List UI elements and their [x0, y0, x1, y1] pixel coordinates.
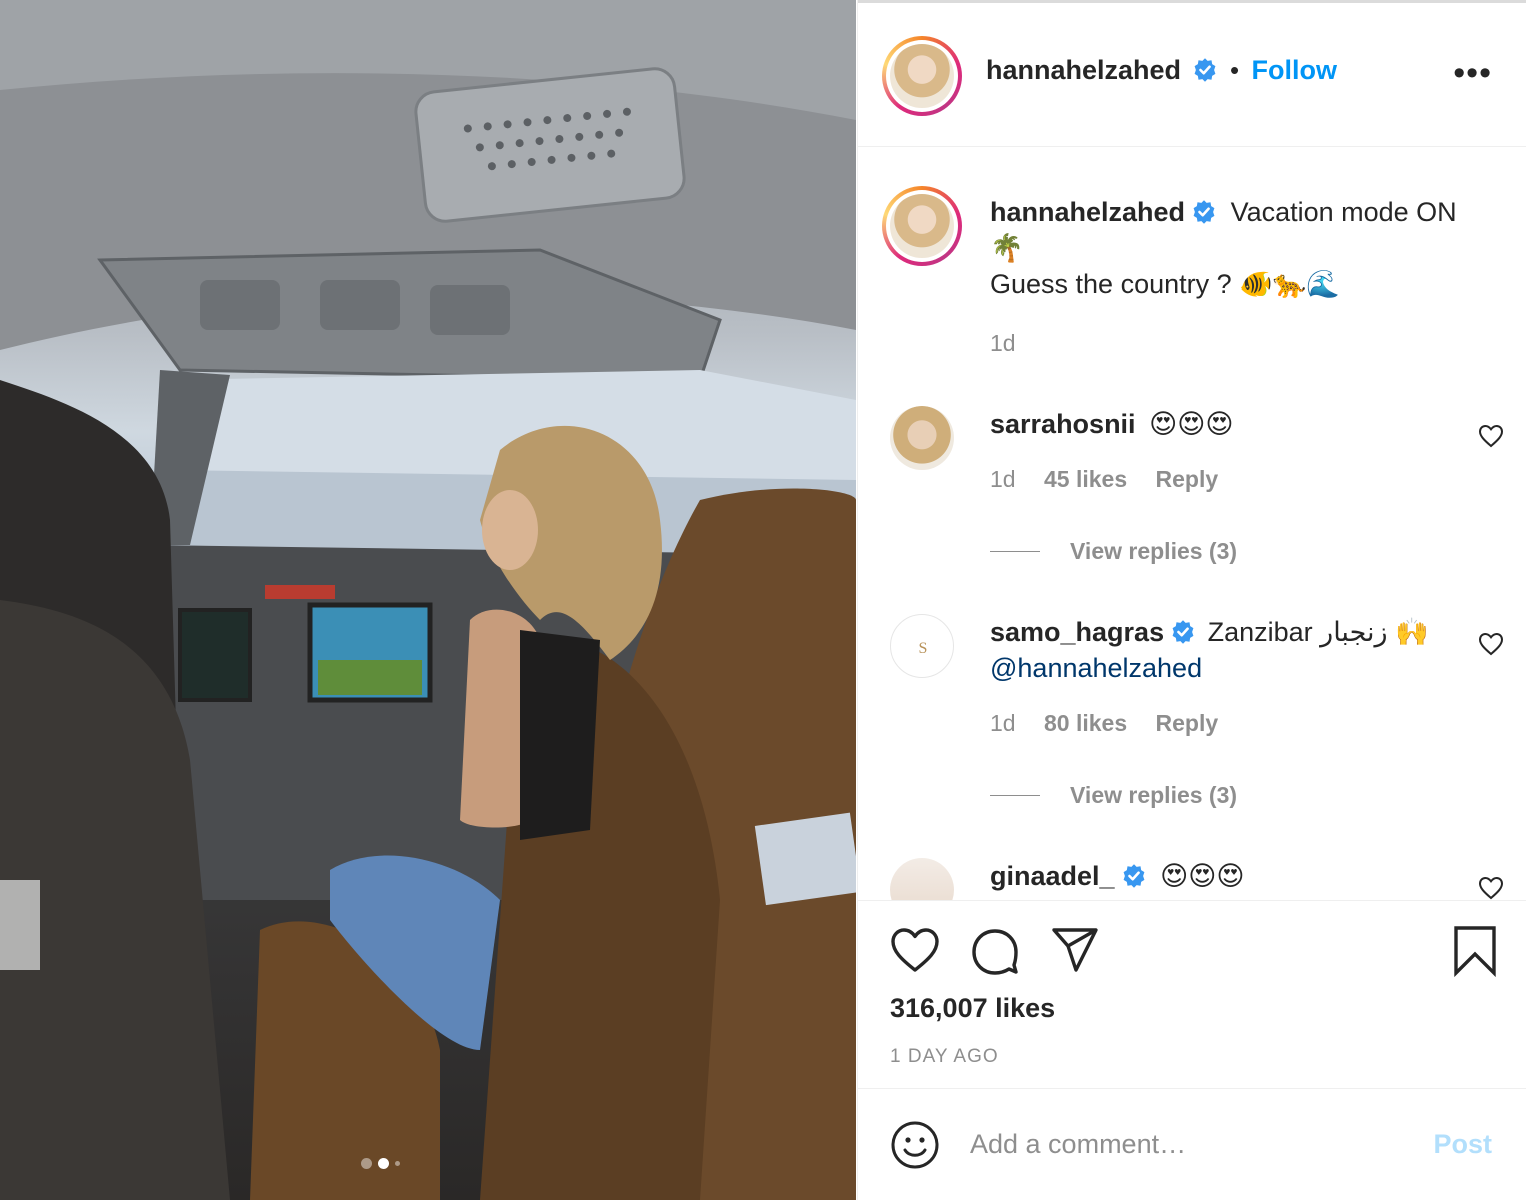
- comment-text: 😍😍😍: [1149, 409, 1234, 439]
- verified-badge-icon: [1172, 620, 1194, 644]
- share-paper-plane-icon[interactable]: [1050, 927, 1100, 973]
- comment-time[interactable]: 1d: [990, 710, 1016, 736]
- caption-emoji-line2: 🐠🐆🌊: [1239, 269, 1341, 299]
- comment-username[interactable]: ginaadel_: [990, 861, 1115, 891]
- separator-dot: •: [1229, 55, 1240, 85]
- carousel-indicator: [361, 1158, 400, 1169]
- emoji-picker-icon[interactable]: [890, 1120, 940, 1170]
- comment-reply-button[interactable]: Reply: [1156, 710, 1219, 736]
- comment-mention-link[interactable]: @hannahelzahed: [990, 653, 1202, 683]
- comment-bubble-icon[interactable]: [970, 927, 1020, 975]
- view-replies-button[interactable]: View replies (3): [990, 782, 1237, 809]
- svg-text:S: S: [919, 640, 928, 657]
- save-bookmark-icon[interactable]: [1452, 925, 1498, 977]
- verified-badge-icon: [1193, 200, 1215, 224]
- comment-item: samo_hagras Zanzibar زنجبار 🙌 @hannahelz…: [990, 614, 1460, 737]
- carousel-dot[interactable]: [361, 1158, 372, 1169]
- post-timestamp[interactable]: 1 DAY AGO: [890, 1046, 999, 1068]
- comment-time[interactable]: 1d: [990, 466, 1016, 492]
- verified-badge-icon: [1194, 58, 1215, 82]
- comment-text: Zanzibar زنجبار 🙌: [1207, 617, 1429, 647]
- caption-text-line1: Vacation mode ON: [1230, 197, 1457, 227]
- caption-username[interactable]: hannahelzahed: [990, 197, 1185, 227]
- comment-item: ginaadel_ 😍😍😍: [990, 858, 1460, 894]
- comment-likes[interactable]: 80 likes: [1044, 710, 1127, 736]
- follow-button[interactable]: Follow: [1252, 55, 1337, 85]
- comment-like-heart-icon[interactable]: [1478, 876, 1504, 900]
- comment-reply-button[interactable]: Reply: [1156, 466, 1219, 492]
- caption-time[interactable]: 1d: [990, 330, 1016, 356]
- post-actions: 316,007 likes 1 DAY AGO: [858, 900, 1526, 1088]
- view-replies-button[interactable]: View replies (3): [990, 538, 1237, 565]
- replies-divider: [990, 551, 1040, 552]
- post-photo[interactable]: [0, 0, 856, 1200]
- comment-avatar[interactable]: S: [890, 614, 954, 678]
- comment-text: 😍😍😍: [1160, 861, 1245, 891]
- comment-like-heart-icon[interactable]: [1478, 632, 1504, 656]
- brand-logo-icon: S: [919, 640, 928, 657]
- carousel-dot-active[interactable]: [378, 1158, 389, 1169]
- comment-item: sarrahosnii 😍😍😍 1d 45 likes Reply: [990, 406, 1460, 493]
- comment-avatar[interactable]: [890, 858, 954, 900]
- author-avatar[interactable]: [882, 36, 962, 116]
- more-options-icon[interactable]: •••: [1453, 56, 1492, 90]
- post-comment-button[interactable]: Post: [1433, 1129, 1492, 1160]
- comment-input[interactable]: Add a comment…: [970, 1129, 1186, 1160]
- view-replies-label: View replies (3): [1070, 782, 1238, 808]
- carousel-dot[interactable]: [395, 1161, 400, 1166]
- header-author-row: hannahelzahed • Follow: [986, 55, 1337, 86]
- caption-emoji-line1: 🌴: [990, 233, 1024, 263]
- caption-text-line2: Guess the country ?: [990, 269, 1232, 299]
- view-replies-label: View replies (3): [1070, 538, 1238, 564]
- caption-block: hannahelzahed Vacation mode ON 🌴 Guess t…: [990, 194, 1500, 357]
- comment-likes[interactable]: 45 likes: [1044, 466, 1127, 492]
- like-heart-icon[interactable]: [890, 927, 940, 973]
- replies-divider: [990, 795, 1040, 796]
- comment-username[interactable]: samo_hagras: [990, 617, 1164, 647]
- likes-count[interactable]: 316,007 likes: [890, 993, 1055, 1024]
- caption-avatar[interactable]: [882, 186, 962, 266]
- author-username[interactable]: hannahelzahed: [986, 55, 1181, 85]
- post-header: hannahelzahed • Follow •••: [858, 3, 1526, 147]
- comment-username[interactable]: sarrahosnii: [990, 409, 1136, 439]
- cockpit-illustration: [0, 0, 856, 1200]
- comment-avatar[interactable]: [890, 406, 954, 470]
- post-side-panel: hannahelzahed • Follow ••• hannahelzahed…: [857, 0, 1526, 1200]
- comment-like-heart-icon[interactable]: [1478, 424, 1504, 448]
- comments-list[interactable]: hannahelzahed Vacation mode ON 🌴 Guess t…: [858, 148, 1526, 900]
- verified-badge-icon: [1123, 864, 1144, 888]
- add-comment-bar: Add a comment… Post: [858, 1088, 1526, 1200]
